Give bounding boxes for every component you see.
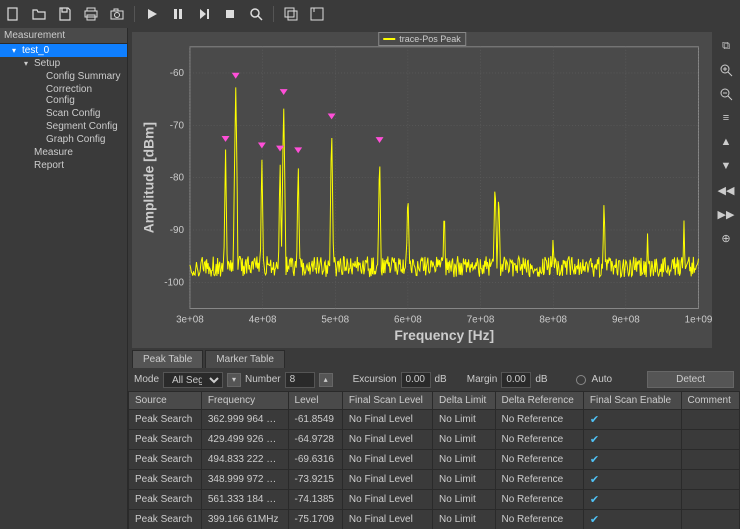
separator [273,6,274,22]
menu-icon[interactable]: ≡ [718,110,734,126]
number-spinner[interactable]: ▴ [319,373,333,387]
zoom-out-icon[interactable] [718,86,734,102]
window-tile-icon[interactable] [308,5,326,23]
window-cascade-icon[interactable] [282,5,300,23]
auto-radio[interactable] [576,375,586,385]
svg-text:-70: -70 [170,120,185,131]
mode-dropdown-icon[interactable]: ▾ [227,373,241,387]
pause-icon[interactable] [169,5,187,23]
svg-text:-90: -90 [170,225,185,236]
step-icon[interactable] [195,5,213,23]
svg-text:Amplitude [dBm]: Amplitude [dBm] [140,122,156,233]
zoom-in-icon[interactable] [718,62,734,78]
peak-table[interactable]: SourceFrequencyLevelFinal Scan LevelDelt… [128,391,740,529]
svg-text:4e+08: 4e+08 [249,314,277,325]
unit-label-1: dB [435,374,447,385]
table-row[interactable]: Peak Search561.333 184 …-74.1385No Final… [129,490,740,510]
svg-text:8e+08: 8e+08 [539,314,567,325]
right-icon[interactable]: ▶▶ [718,206,734,222]
svg-text:-100: -100 [164,277,184,288]
margin-label: Margin [467,374,498,385]
chart-toolbar: ⧉ ≡ ▲ ▼ ◀◀ ▶▶ ⊕ [712,32,740,348]
tree-item-report[interactable]: Report [0,159,127,172]
tree-item-scan-config[interactable]: Scan Config [0,107,127,120]
number-input[interactable] [285,372,315,388]
peak-controls: Mode All Seg ▾ Number ▴ Excursion dB Mar… [128,368,740,391]
svg-text:3e+08: 3e+08 [176,314,204,325]
col-frequency[interactable]: Frequency [201,392,288,410]
legend-line-icon [383,38,395,40]
save-icon[interactable] [56,5,74,23]
unit-label-2: dB [535,374,547,385]
col-delta-limit[interactable]: Delta Limit [433,392,495,410]
camera-icon[interactable] [108,5,126,23]
svg-text:5e+08: 5e+08 [321,314,349,325]
col-source[interactable]: Source [129,392,202,410]
margin-input[interactable] [501,372,531,388]
stop-icon[interactable] [221,5,239,23]
target-icon[interactable]: ⊕ [718,230,734,246]
tree-item-setup[interactable]: ▾Setup [0,57,127,70]
result-tabs: Peak Table Marker Table [128,348,740,368]
mode-select[interactable]: All Seg [163,372,223,388]
tab-peak-table[interactable]: Peak Table [132,350,203,368]
tree-item-measure[interactable]: Measure [0,146,127,159]
copy-icon[interactable]: ⧉ [718,38,734,54]
search-icon[interactable] [247,5,265,23]
open-icon[interactable] [30,5,48,23]
table-row[interactable]: Peak Search399.166 61MHz-75.1709No Final… [129,510,740,529]
table-row[interactable]: Peak Search429.499 926 …-64.9728No Final… [129,430,740,450]
col-final-scan-level[interactable]: Final Scan Level [342,392,432,410]
print-icon[interactable] [82,5,100,23]
tree-item-config-summary[interactable]: Config Summary [0,70,127,83]
svg-text:7e+08: 7e+08 [467,314,495,325]
col-level[interactable]: Level [288,392,342,410]
excursion-input[interactable] [401,372,431,388]
measurement-sidebar: Measurement ▾test_0▾SetupConfig SummaryC… [0,28,128,529]
table-row[interactable]: Peak Search494.833 222 …-69.6316No Final… [129,450,740,470]
detect-button[interactable]: Detect [647,371,734,388]
play-icon[interactable] [143,5,161,23]
separator [134,6,135,22]
svg-text:-60: -60 [170,68,185,79]
down-icon[interactable]: ▼ [718,158,734,174]
mode-label: Mode [134,374,159,385]
left-icon[interactable]: ◀◀ [718,182,734,198]
main-toolbar [0,0,740,28]
svg-text:-80: -80 [170,173,185,184]
tab-marker-table[interactable]: Marker Table [205,350,285,368]
tree-item-correction-config[interactable]: Correction Config [0,83,127,107]
legend-label: trace-Pos Peak [399,34,461,44]
svg-text:9e+08: 9e+08 [612,314,640,325]
svg-text:6e+08: 6e+08 [394,314,422,325]
col-comment[interactable]: Comment [681,392,739,410]
col-delta-reference[interactable]: Delta Reference [495,392,583,410]
excursion-label: Excursion [353,374,397,385]
tree-item-test_0[interactable]: ▾test_0 [0,44,127,57]
tree-item-segment-config[interactable]: Segment Config [0,120,127,133]
tree-item-graph-config[interactable]: Graph Config [0,133,127,146]
table-row[interactable]: Peak Search362.999 964 …-61.8549No Final… [129,410,740,430]
up-icon[interactable]: ▲ [718,134,734,150]
svg-text:1e+09: 1e+09 [685,314,712,325]
table-row[interactable]: Peak Search348.999 972 …-73.9215No Final… [129,470,740,490]
chart-legend: trace-Pos Peak [378,32,466,46]
sidebar-header: Measurement [0,28,127,44]
svg-text:Frequency [Hz]: Frequency [Hz] [394,327,494,343]
auto-label: Auto [592,374,613,385]
number-label: Number [245,374,281,385]
new-icon[interactable] [4,5,22,23]
spectrum-chart[interactable]: trace-Pos Peak -60 -70 -80 -90 -100 3e+08 4e+0… [132,32,712,348]
col-final-scan-enable[interactable]: Final Scan Enable [583,392,681,410]
